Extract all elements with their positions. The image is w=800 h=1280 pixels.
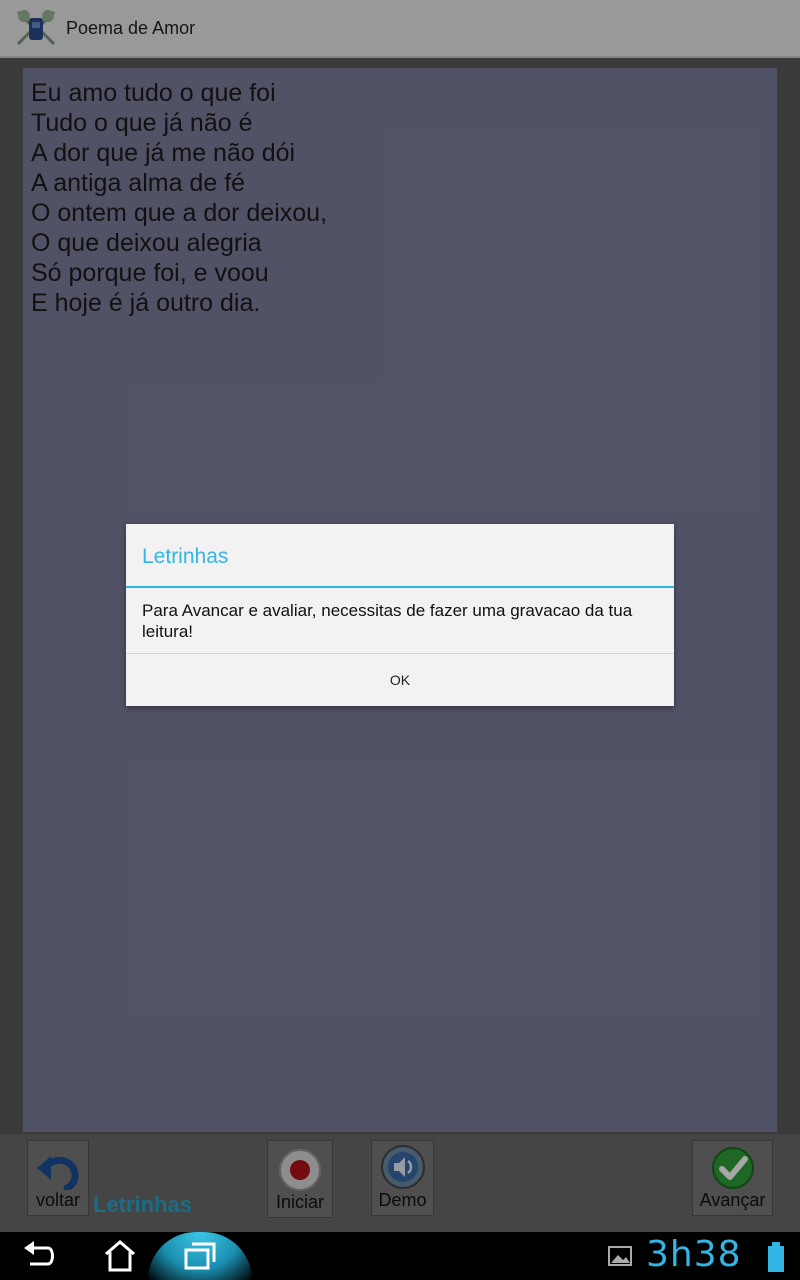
recent-apps-icon[interactable] bbox=[180, 1238, 220, 1274]
battery-icon bbox=[764, 1240, 788, 1274]
back-icon[interactable] bbox=[20, 1238, 60, 1274]
home-icon[interactable] bbox=[100, 1238, 140, 1274]
alert-dialog: Letrinhas Para Avancar e avaliar, necess… bbox=[126, 524, 674, 706]
system-navigation-bar: 3h38 bbox=[0, 1232, 800, 1280]
dialog-message: Para Avancar e avaliar, necessitas de fa… bbox=[142, 601, 633, 641]
dialog-title: Letrinhas bbox=[126, 524, 674, 588]
clock: 3h38 bbox=[646, 1234, 742, 1275]
gallery-icon bbox=[606, 1242, 634, 1270]
ok-button[interactable]: OK bbox=[126, 653, 674, 706]
